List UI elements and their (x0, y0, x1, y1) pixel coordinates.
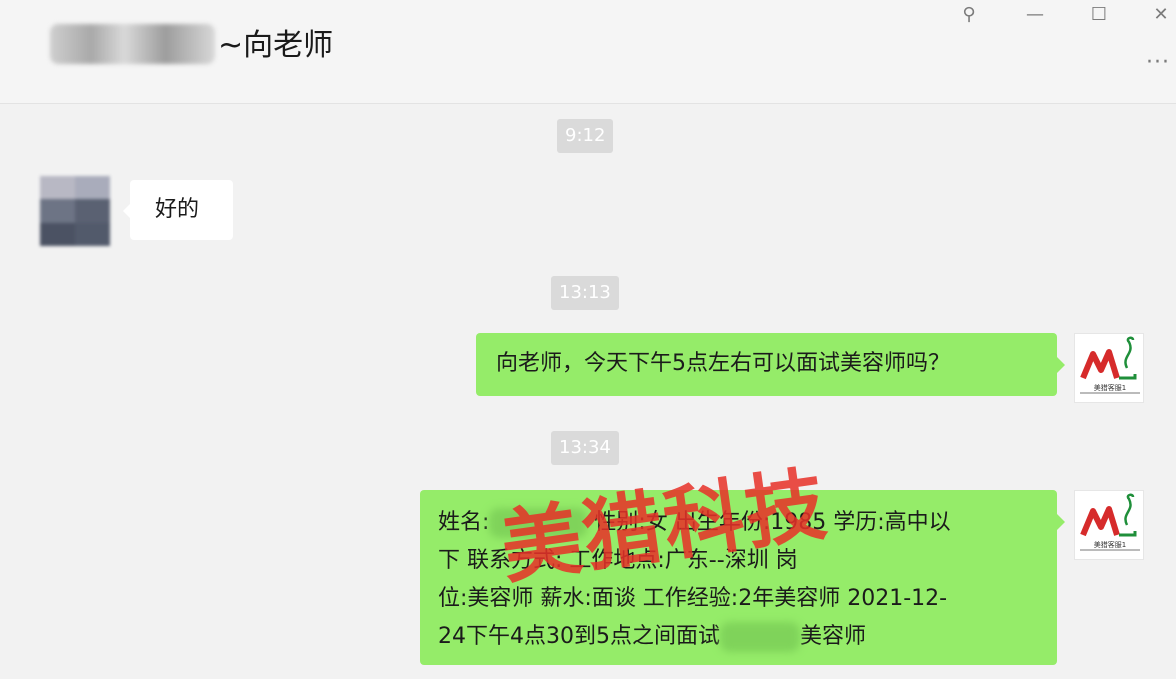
brand-avatar[interactable]: 美猎客服1 (1074, 490, 1144, 560)
ml-logo-icon (1080, 493, 1137, 537)
chat-title: ~向老师 (218, 28, 334, 63)
more-options-button[interactable]: ··· (1146, 50, 1170, 75)
redacted-store-name (719, 622, 800, 652)
chat-header: ~向老师 ⚲ — ☐ ✕ ··· (0, 0, 1176, 104)
bubble-tail (1057, 357, 1065, 373)
timestamp: 9:12 (557, 119, 614, 153)
close-icon[interactable]: ✕ (1144, 2, 1176, 28)
redacted-contact-name (50, 24, 215, 64)
minimize-icon[interactable]: — (1018, 2, 1052, 28)
maximize-icon[interactable]: ☐ (1082, 2, 1116, 28)
brand-caption: 美猎客服1 (1093, 541, 1127, 549)
message-text: 24下午4点30到5点之间面试 (438, 624, 720, 649)
brand-caption-line (1080, 392, 1140, 394)
timestamp: 13:34 (551, 431, 619, 465)
brand-avatar[interactable]: 美猎客服1 (1074, 333, 1144, 403)
brand-caption-line (1080, 549, 1140, 551)
contact-avatar[interactable] (40, 176, 110, 246)
message-text: 向老师，今天下午5点左右可以面试美容师吗？ (496, 351, 950, 376)
ml-logo-icon (1080, 336, 1137, 380)
outgoing-message-bubble[interactable]: 向老师，今天下午5点左右可以面试美容师吗？ (476, 333, 1057, 396)
pin-icon[interactable]: ⚲ (952, 2, 986, 28)
incoming-message-bubble[interactable]: 好的 (130, 180, 233, 240)
message-line: 24下午4点30到5点之间面试 美容师 (438, 618, 1057, 656)
timestamp: 13:13 (551, 276, 619, 310)
brand-caption: 美猎客服1 (1093, 384, 1127, 392)
chat-window: ~向老师 ⚲ — ☐ ✕ ··· 9:12 好的 13:13 向老师，今天下午5… (0, 0, 1176, 679)
bubble-tail (1057, 514, 1065, 530)
message-text: 姓名: (438, 510, 490, 535)
message-text: 好的 (155, 197, 200, 222)
message-text: 美容师 (799, 624, 866, 649)
